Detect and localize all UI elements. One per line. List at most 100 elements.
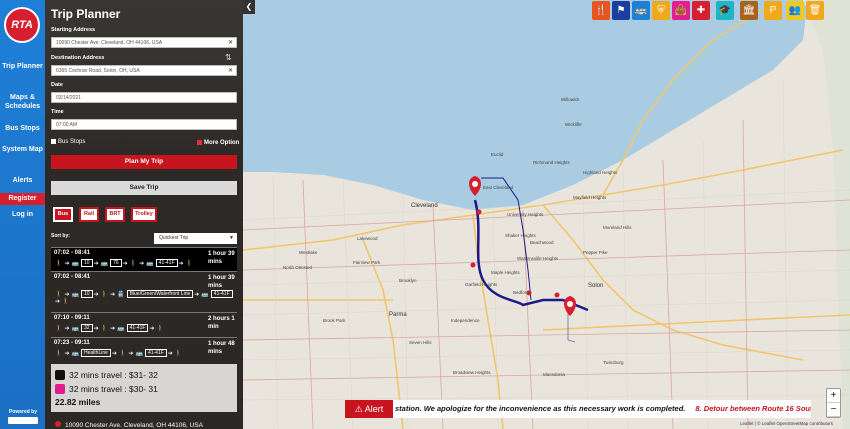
trip-option-2[interactable]: 07:02 - 08:41 1 hour 39 mins 🚶 ➔ 🚌 10 ➔ 🚶 ➔ 🚆 B… [51, 271, 237, 310]
route-tag: 41-41F [126, 324, 149, 332]
map-label: University Heights [507, 212, 544, 217]
more-option-toggle[interactable]: More Option [197, 140, 239, 146]
arrow-icon: ➔ [93, 291, 99, 298]
time-label: Time [51, 109, 64, 115]
sort-select[interactable]: Quickest Trip ▼ [154, 233, 237, 244]
login-button[interactable]: Log in [0, 210, 45, 219]
museum-icon[interactable]: 🏛 [740, 1, 758, 20]
trip-option-1[interactable]: 07:02 - 08:41 1 hour 39 mins 🚶 ➔ 🚌 10 ➔ 🚌 76 … [51, 247, 237, 271]
clear-start-icon[interactable]: ✕ [228, 38, 233, 48]
map-label: Wickliffe [565, 122, 582, 127]
register-button[interactable]: Register [0, 193, 45, 205]
clear-destination-icon[interactable]: ✕ [228, 66, 233, 76]
start-address-input[interactable]: 10090 Chester Ave. Cleveland, OH 44106, … [51, 37, 237, 48]
bus-stops-checkbox[interactable]: Bus Stops [51, 139, 85, 145]
community-icon[interactable]: 👥 [786, 1, 804, 20]
restaurant-icon[interactable]: 🍴 [592, 1, 610, 20]
shopping-icon[interactable]: 👜 [672, 1, 690, 20]
map-view[interactable]: Willowick Wickliffe Euclid Richmond Heig… [243, 0, 850, 429]
save-trip-button[interactable]: Save Trip [51, 181, 237, 195]
lodging-icon[interactable]: ⚑ [612, 1, 630, 20]
map-label: Beachwood [530, 240, 554, 245]
fare-text: 32 mins travel : $31- 32 [69, 370, 158, 380]
shopping-icon-glyph: 👜 [674, 5, 688, 16]
nav-bus-stops[interactable]: Bus Stops [0, 124, 45, 133]
mode-trolley-button[interactable]: Trolley [131, 207, 157, 222]
footer-address-text: 10090 Chester Ave. Cleveland, OH 44106, … [65, 422, 203, 429]
nav-trip-planner[interactable]: Trip Planner [0, 62, 45, 71]
lodging-icon-glyph: ⚑ [616, 5, 626, 16]
alert-button-label: Alert [364, 404, 384, 414]
walk-icon: 🚶 [129, 260, 138, 267]
swap-icon[interactable]: ⇅ [225, 53, 232, 62]
arrow-icon: ➔ [178, 260, 184, 267]
map-label: East Cleveland [483, 185, 514, 190]
nav-alerts[interactable]: Alerts [0, 176, 45, 185]
walk-icon: 🚶 [55, 260, 63, 267]
mode-rail-button[interactable]: Rail [79, 207, 99, 222]
destination-address-input[interactable]: 6365 Cochran Road, Solon, OH, USA ✕ [51, 65, 237, 76]
trip-option-4[interactable]: 07:23 - 09:11 1 hour 48 mins 🚶 ➔ 🚌 HealthLi… [51, 337, 237, 361]
map-label: Twinsburg [603, 360, 624, 365]
trip-legs: 🚶 ➔ 🚌 10 ➔ 🚌 76 ➔ 🚶 ➔ 🚌 41-41F ➔ 🚶 [54, 259, 234, 267]
map-label: Mayfield Heights [573, 195, 607, 200]
plan-trip-button[interactable]: Plan My Trip [51, 155, 237, 169]
map-label: Lakewood [357, 236, 378, 241]
bus-icon: 🚌 [71, 350, 79, 357]
bus-icon: 🚌 [146, 260, 154, 267]
start-address-value: 10090 Chester Ave. Cleveland, OH 44106, … [56, 40, 163, 46]
walk-icon: 🚶 [100, 291, 109, 298]
map-canvas[interactable] [243, 0, 850, 429]
arrow-icon: ➔ [139, 260, 145, 267]
rail-icon: 🚆 [117, 291, 125, 298]
trip-duration: 1 hour 39 mins [208, 275, 235, 289]
date-input[interactable]: 03/14/2021 [51, 92, 237, 103]
map-label: Maple Heights [491, 270, 520, 275]
walk-icon: 🚶 [55, 291, 63, 298]
zoom-out-button[interactable]: − [827, 403, 840, 417]
zoom-in-button[interactable]: + [827, 389, 840, 403]
education-icon[interactable]: 🎓 [716, 1, 734, 20]
trip-distance: 22.82 miles [55, 397, 101, 407]
trash-icon[interactable]: 🗑 [806, 1, 824, 20]
map-label: Cleveland [411, 203, 438, 209]
arrow-icon: ➔ [64, 325, 70, 332]
trip-option-3[interactable]: 07:10 - 09:11 2 hours 1 min 🚶 ➔ 🚌 32 ➔ 🚶 ➔ 🚌 41… [51, 312, 237, 336]
transit-icon[interactable]: 🚌 [632, 1, 650, 20]
trip-planner-panel: Trip Planner Starting Address 10090 Ches… [45, 0, 243, 429]
more-option-box[interactable] [197, 140, 202, 145]
time-input[interactable]: 07:00 AM [51, 119, 237, 130]
map-attribution[interactable]: Leaflet | © Leaflet OpenStreetMap contri… [740, 421, 833, 426]
arrow-icon: ➔ [64, 350, 70, 357]
more-option-label: More Option [204, 140, 240, 147]
nav-maps-schedules[interactable]: Maps & Schedules [0, 93, 45, 111]
bus-icon: 🚌 [71, 325, 79, 332]
page-title: Trip Planner [51, 7, 121, 21]
arrow-icon: ➔ [110, 291, 116, 298]
rta-logo[interactable]: RTA [4, 7, 40, 43]
collapse-panel-button[interactable]: ❮ [243, 0, 255, 14]
footer-address: 10090 Chester Ave. Cleveland, OH 44106, … [55, 421, 203, 429]
bus-icon: 🚌 [117, 325, 125, 332]
fare-row-uber: 32 mins travel : $31- 32 [55, 370, 158, 380]
location-pin-icon [55, 421, 61, 427]
mode-brt-button[interactable]: BRT [105, 207, 125, 222]
route-tag: 41-41F [155, 259, 178, 267]
nav-system-map[interactable]: System Map [0, 145, 45, 154]
checkbox-box[interactable] [51, 139, 56, 144]
bus-icon: 🚌 [135, 350, 143, 357]
arrow-icon: ➔ [149, 325, 155, 332]
alert-button[interactable]: ⚠ Alert [345, 400, 393, 418]
arrow-icon: ➔ [93, 325, 99, 332]
start-label: Starting Address [51, 27, 96, 33]
shield-icon[interactable]: ⛨ [652, 1, 670, 20]
route-tag: 76 [110, 259, 122, 267]
map-label: Richmond Heights [533, 160, 570, 165]
hospital-icon[interactable]: ✚ [692, 1, 710, 20]
mode-bus-button[interactable]: Bus [53, 207, 73, 222]
parking-icon[interactable]: P [764, 1, 782, 20]
bus-icon: 🚌 [71, 260, 79, 267]
walk-icon: 🚶 [174, 350, 183, 357]
map-label: Brook Park [323, 318, 346, 323]
hospital-icon-glyph: ✚ [696, 5, 706, 16]
